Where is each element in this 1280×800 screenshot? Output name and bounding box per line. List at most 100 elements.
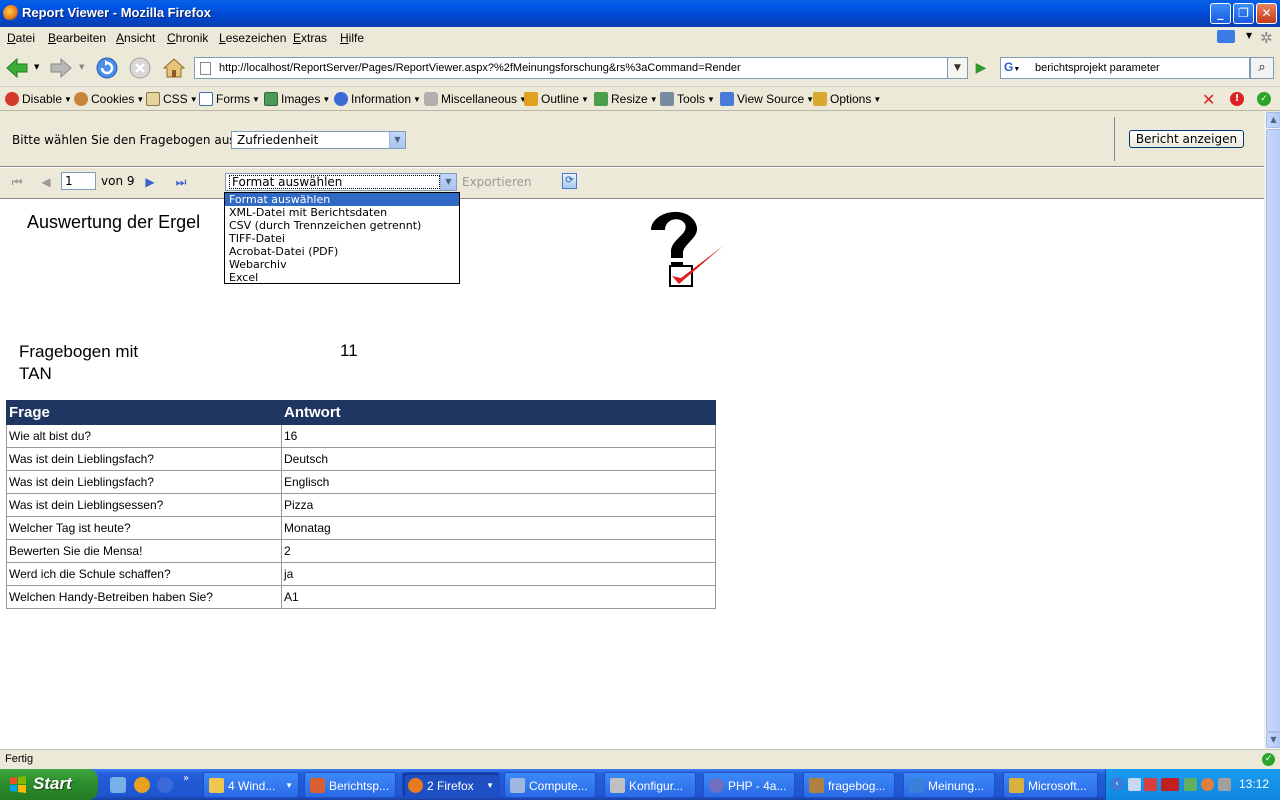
- task-fragebogen[interactable]: fragebog...: [803, 772, 895, 798]
- divider: [1114, 117, 1115, 161]
- report-body: Auswertung der Ergel Fragebogen mit TAN …: [0, 200, 1264, 749]
- url-history-dropdown[interactable]: ▼: [948, 57, 968, 79]
- dev-forms[interactable]: Forms ▼: [199, 92, 260, 106]
- dev-information[interactable]: Information ▼: [334, 92, 421, 106]
- quicklaunch-desktop-icon[interactable]: [110, 777, 126, 793]
- forward-history-icon[interactable]: ▼: [79, 63, 84, 71]
- tools-icon: [660, 92, 674, 106]
- network-icon[interactable]: [1128, 778, 1141, 791]
- menu-lesezeichen[interactable]: Lesezeichen: [219, 31, 286, 45]
- valid-check-icon[interactable]: ✓: [1257, 92, 1271, 106]
- export-link[interactable]: Exportieren: [462, 175, 532, 189]
- task-php[interactable]: PHP - 4a...: [703, 772, 795, 798]
- ati-icon[interactable]: [1161, 778, 1179, 791]
- format-option[interactable]: TIFF-Datei: [225, 232, 459, 245]
- scroll-down-icon[interactable]: ▼: [1266, 732, 1280, 748]
- volume-icon[interactable]: [1218, 778, 1231, 791]
- chevron-down-icon[interactable]: ▼: [389, 132, 405, 148]
- tray-app-icon[interactable]: [1201, 778, 1214, 791]
- format-option[interactable]: Webarchiv: [225, 258, 459, 271]
- quicklaunch-more-icon[interactable]: »: [183, 773, 189, 784]
- format-option[interactable]: XML-Datei mit Berichtsdaten: [225, 206, 459, 219]
- menu-datei[interactable]: Datei: [7, 31, 35, 45]
- dev-disable[interactable]: Disable ▼: [5, 92, 72, 106]
- task-konfiguration[interactable]: Konfigur...: [604, 772, 696, 798]
- start-button[interactable]: Start: [0, 769, 98, 800]
- scroll-thumb[interactable]: [1266, 129, 1280, 732]
- minimize-button[interactable]: _: [1210, 3, 1231, 24]
- outline-icon: [524, 92, 538, 106]
- answer-cell: ja: [281, 562, 716, 586]
- task-meinung[interactable]: Meinung...: [903, 772, 995, 798]
- dev-images[interactable]: Images ▼: [264, 92, 330, 106]
- activity-icon[interactable]: [1217, 30, 1235, 43]
- refresh-icon[interactable]: ⟳: [562, 173, 577, 189]
- tray-expand-icon[interactable]: ‹: [1110, 777, 1124, 791]
- previous-page-icon[interactable]: ◀: [40, 176, 52, 188]
- table-row: Wie alt bist du? 16: [6, 424, 716, 448]
- menu-hilfe[interactable]: Hilfe: [340, 31, 364, 45]
- questionnaire-select[interactable]: Zufriedenheit ▼: [231, 131, 406, 149]
- export-format-select[interactable]: Format auswählen ▼: [225, 173, 457, 191]
- vertical-scrollbar[interactable]: ▲ ▼: [1264, 112, 1280, 749]
- computer-icon: [510, 778, 525, 793]
- chevron-down-icon[interactable]: ▼: [440, 174, 456, 190]
- search-input[interactable]: berichtsprojekt parameter: [1035, 62, 1160, 74]
- back-history-icon[interactable]: ▼: [34, 63, 39, 71]
- format-option[interactable]: Acrobat-Datei (PDF): [225, 245, 459, 258]
- home-icon[interactable]: [162, 56, 186, 80]
- dev-resize[interactable]: Resize ▼: [594, 92, 658, 106]
- dev-options[interactable]: Options ▼: [813, 92, 881, 106]
- chevron-down-icon[interactable]: ▼: [1246, 31, 1252, 40]
- format-option[interactable]: CSV (durch Trennzeichen getrennt): [225, 219, 459, 232]
- task-microsoft[interactable]: Microsoft...: [1003, 772, 1098, 798]
- first-page-icon[interactable]: ⏮: [11, 176, 23, 188]
- security-icon[interactable]: [1144, 778, 1157, 791]
- close-button[interactable]: ✕: [1256, 3, 1277, 24]
- show-report-button[interactable]: Bericht anzeigen: [1129, 130, 1244, 148]
- question-cell: Welcher Tag ist heute?: [6, 516, 282, 540]
- menu-extras[interactable]: Extras: [293, 31, 327, 45]
- task-berichtsprojekt[interactable]: Berichtsp...: [304, 772, 396, 798]
- back-icon[interactable]: [5, 56, 29, 80]
- navigation-toolbar: ▼ ▼ http://localhost/ReportServer/Pages/…: [0, 49, 1280, 87]
- cookies-icon: [74, 92, 88, 106]
- scroll-up-icon[interactable]: ▲: [1266, 112, 1280, 128]
- format-option[interactable]: Format auswählen: [225, 193, 459, 206]
- maximize-button[interactable]: ❐: [1233, 3, 1254, 24]
- search-engine-icon[interactable]: G▼: [1004, 60, 1032, 76]
- miscellaneous-icon: [424, 92, 438, 106]
- dev-tools[interactable]: Tools ▼: [660, 92, 715, 106]
- search-bar[interactable]: G▼ berichtsprojekt parameter: [1000, 57, 1250, 79]
- last-page-icon[interactable]: ⏭: [175, 176, 187, 188]
- dev-css[interactable]: CSS ▼: [146, 92, 198, 106]
- next-page-icon[interactable]: ▶: [144, 176, 156, 188]
- quicklaunch-player-icon[interactable]: [157, 777, 173, 793]
- menu-chronik[interactable]: Chronik: [167, 31, 208, 45]
- task-firefox[interactable]: 2 Firefox ▼: [402, 772, 500, 798]
- answer-cell: Deutsch: [281, 447, 716, 471]
- page-number-input[interactable]: 1: [61, 172, 96, 190]
- menu-bearbeiten[interactable]: Bearbeiten: [48, 31, 106, 45]
- dev-cookies[interactable]: Cookies ▼: [74, 92, 144, 106]
- task-windows-explorer[interactable]: 4 Wind... ▼: [203, 772, 299, 798]
- table-row: Was ist dein Lieblingsfach? Englisch: [6, 470, 716, 494]
- forward-icon[interactable]: [49, 56, 73, 80]
- dev-view-source[interactable]: View Source ▼: [720, 92, 814, 106]
- user-icon[interactable]: [1184, 778, 1197, 791]
- search-icon[interactable]: ⌕: [1250, 57, 1274, 79]
- format-option[interactable]: Excel: [225, 271, 459, 284]
- url-bar[interactable]: http://localhost/ReportServer/Pages/Repo…: [194, 57, 948, 79]
- dev-outline[interactable]: Outline ▼: [524, 92, 589, 106]
- task-computer[interactable]: Compute...: [504, 772, 596, 798]
- reload-icon[interactable]: [95, 56, 119, 80]
- go-button[interactable]: ▶: [970, 57, 992, 79]
- stop-icon[interactable]: [128, 56, 152, 80]
- menu-ansicht[interactable]: Ansicht: [116, 31, 155, 45]
- quicklaunch-media-icon[interactable]: [134, 777, 150, 793]
- status-ok-icon[interactable]: ✓: [1262, 753, 1275, 766]
- warning-icon[interactable]: !: [1230, 92, 1244, 106]
- error-x-icon[interactable]: ✕: [1202, 90, 1215, 109]
- images-icon: [264, 92, 278, 106]
- dev-miscellaneous[interactable]: Miscellaneous ▼: [424, 92, 527, 106]
